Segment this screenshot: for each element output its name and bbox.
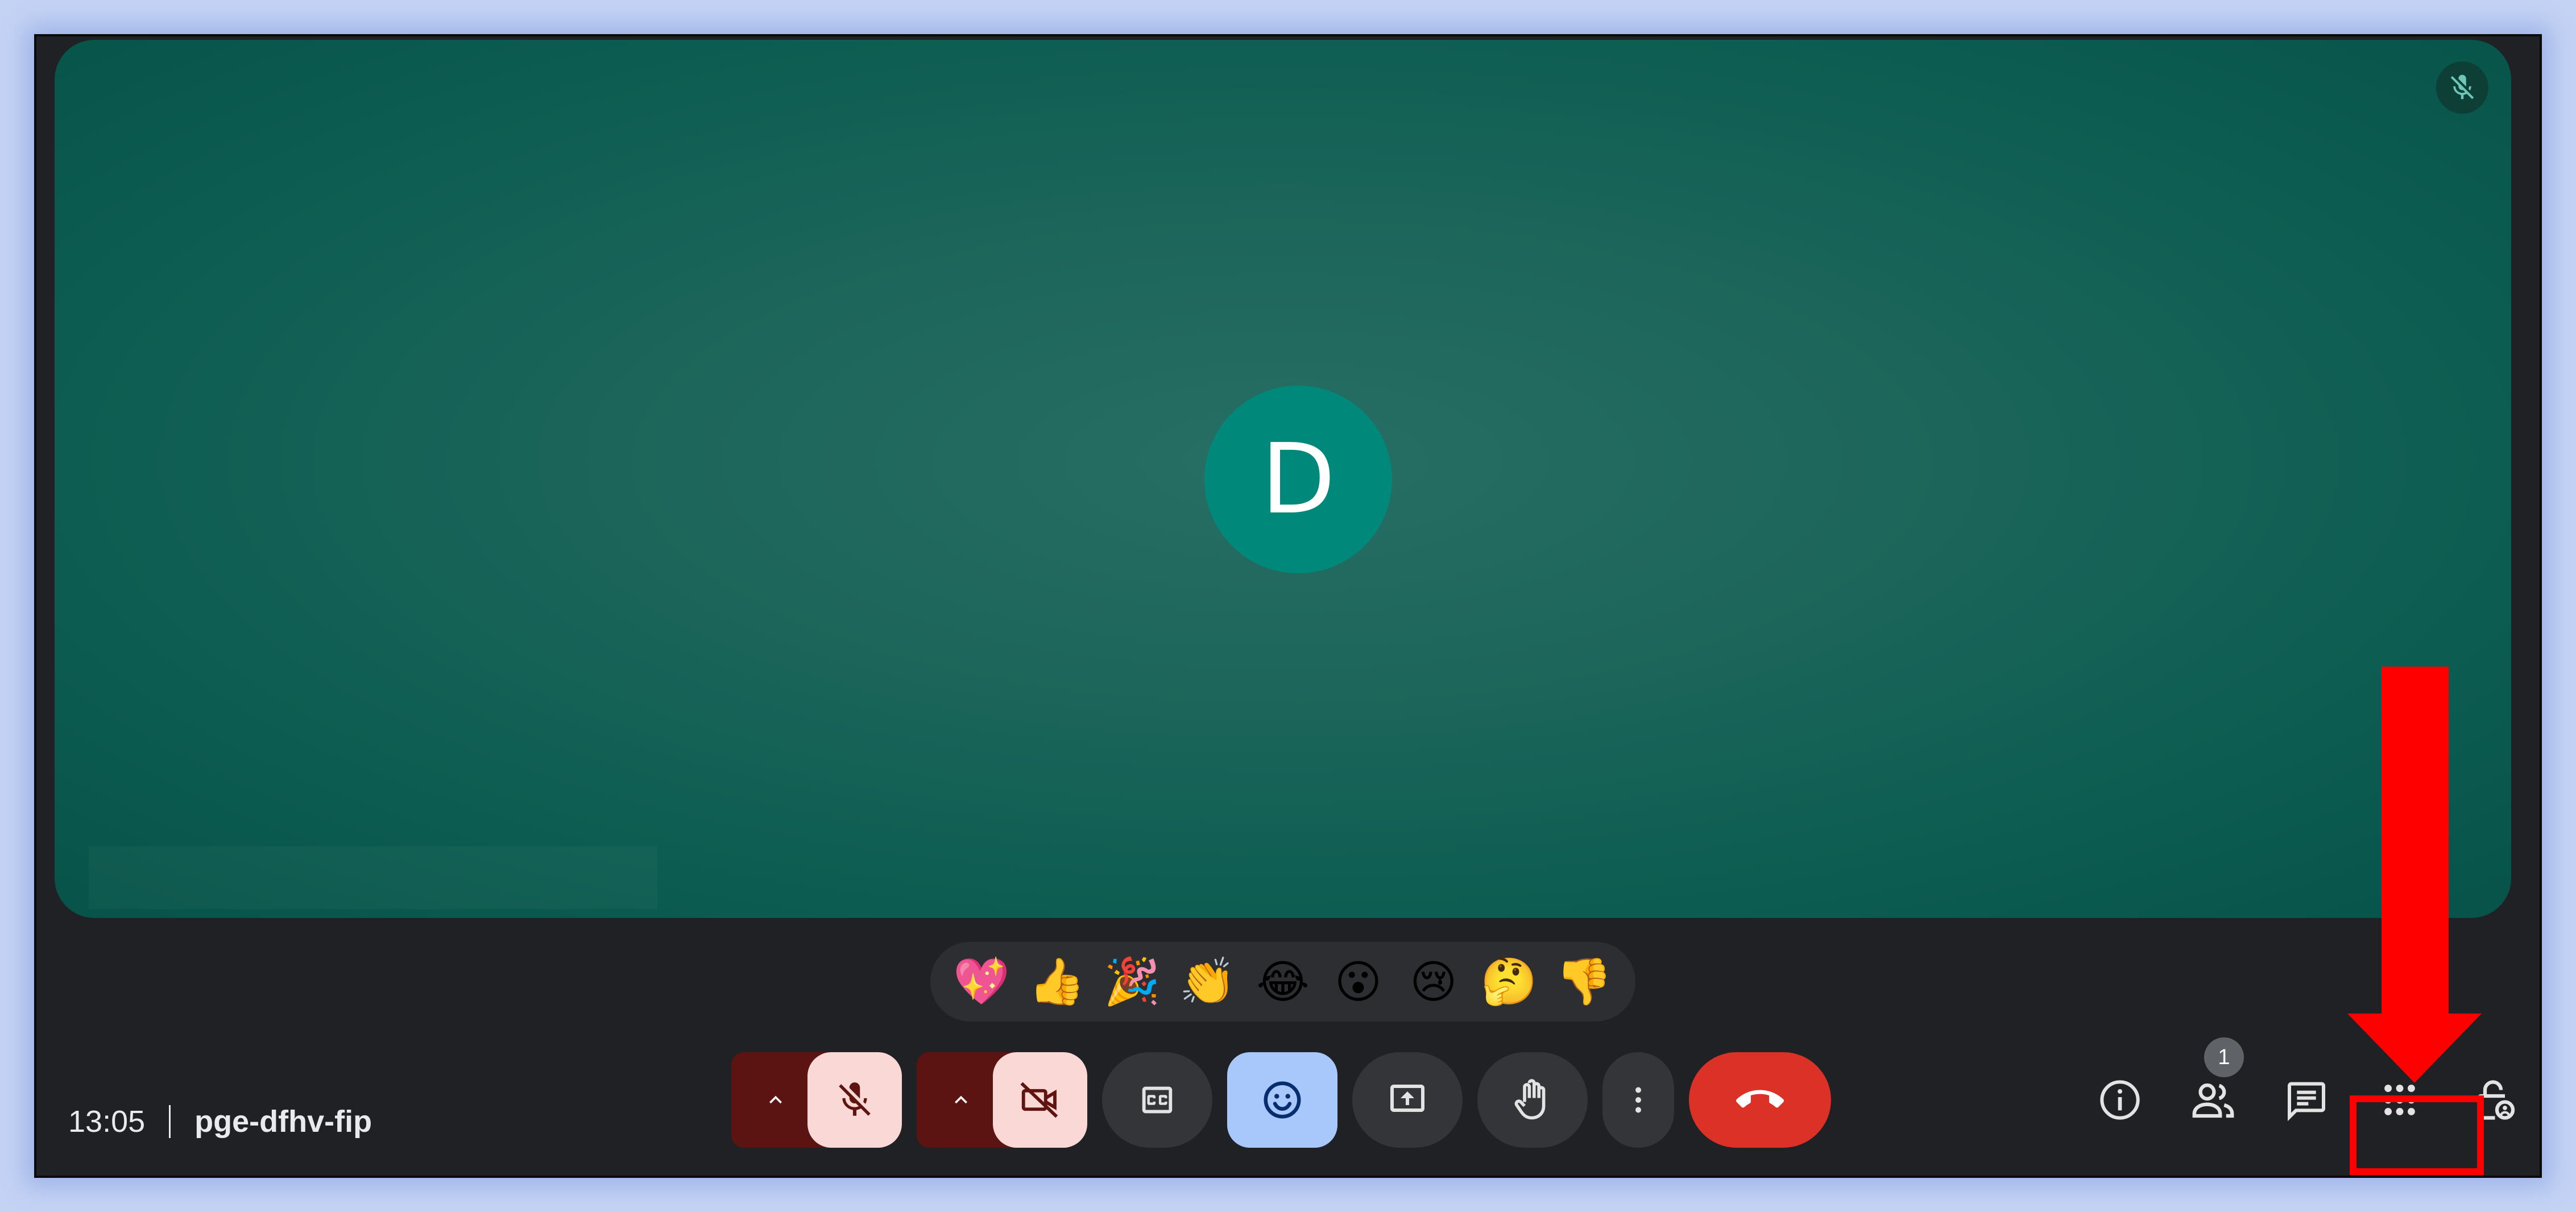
raise-hand-button[interactable] <box>1477 1052 1588 1148</box>
participant-mic-off-icon <box>2436 61 2488 114</box>
mic-off-icon <box>839 1082 871 1116</box>
reaction-thumbs-down-button[interactable]: 👎 <box>1553 950 1616 1013</box>
meeting-details: 13:05 pge-dfhv-fip <box>68 1099 372 1144</box>
reaction-tears-of-joy-button[interactable]: 😂 <box>1252 950 1314 1013</box>
annotation-arrow-shaft <box>2382 667 2449 1019</box>
meet-window: D 💖 👍 🎉 👏 😂 😮 😢 🤔 👎 13:05 pge-dfhv-fip 1 <box>34 34 2542 1178</box>
divider <box>169 1105 171 1138</box>
closed-captions-icon <box>1142 1086 1173 1114</box>
more-options-button[interactable] <box>1602 1052 1674 1148</box>
reaction-thumbs-up-button[interactable]: 👍 <box>1026 950 1088 1013</box>
reaction-crying-face-button[interactable]: 😢 <box>1402 950 1465 1013</box>
smiley-icon <box>1264 1081 1301 1119</box>
mic-control <box>731 1052 902 1148</box>
more-options-icon <box>1635 1087 1641 1113</box>
meeting-time: 13:05 <box>68 1105 146 1139</box>
people-icon <box>2192 1083 2234 1118</box>
reaction-sparkling-heart-button[interactable]: 💖 <box>950 950 1013 1013</box>
reactions-bar: 💖 👍 🎉 👏 😂 😮 😢 🤔 👎 <box>930 942 1635 1021</box>
meeting-details-button[interactable] <box>2086 1066 2154 1134</box>
present-now-button[interactable] <box>1352 1052 1463 1148</box>
camera-control <box>917 1052 1087 1148</box>
mic-off-button[interactable] <box>807 1052 902 1148</box>
present-screen-icon <box>1390 1085 1424 1112</box>
camera-off-icon <box>1020 1082 1058 1118</box>
call-controls <box>731 1052 1846 1148</box>
participant-name-bar <box>89 846 657 909</box>
reaction-clapping-hands-button[interactable]: 👏 <box>1177 950 1239 1013</box>
leave-call-button[interactable] <box>1689 1052 1831 1148</box>
captions-button[interactable] <box>1102 1052 1212 1148</box>
end-call-icon <box>1736 1090 1784 1108</box>
send-reaction-button[interactable] <box>1227 1052 1337 1148</box>
camera-off-button[interactable] <box>993 1052 1087 1148</box>
participant-avatar: D <box>1204 386 1392 573</box>
people-button[interactable]: 1 <box>2179 1037 2247 1134</box>
participant-tile: D <box>55 40 2511 918</box>
reaction-surprised-face-button[interactable]: 😮 <box>1327 950 1389 1013</box>
reaction-thinking-face-button[interactable]: 🤔 <box>1477 950 1540 1013</box>
chat-button[interactable] <box>2272 1066 2341 1134</box>
highlight-box <box>2350 1095 2484 1175</box>
chat-icon <box>2288 1082 2325 1122</box>
raise-hand-icon <box>1514 1079 1546 1120</box>
reaction-party-popper-button[interactable]: 🎉 <box>1101 950 1163 1013</box>
info-icon <box>2100 1080 2140 1120</box>
annotation-arrow-down-icon <box>2347 1014 2482 1083</box>
participant-count-badge: 1 <box>2204 1037 2244 1077</box>
meeting-code[interactable]: pge-dfhv-fip <box>194 1104 372 1139</box>
